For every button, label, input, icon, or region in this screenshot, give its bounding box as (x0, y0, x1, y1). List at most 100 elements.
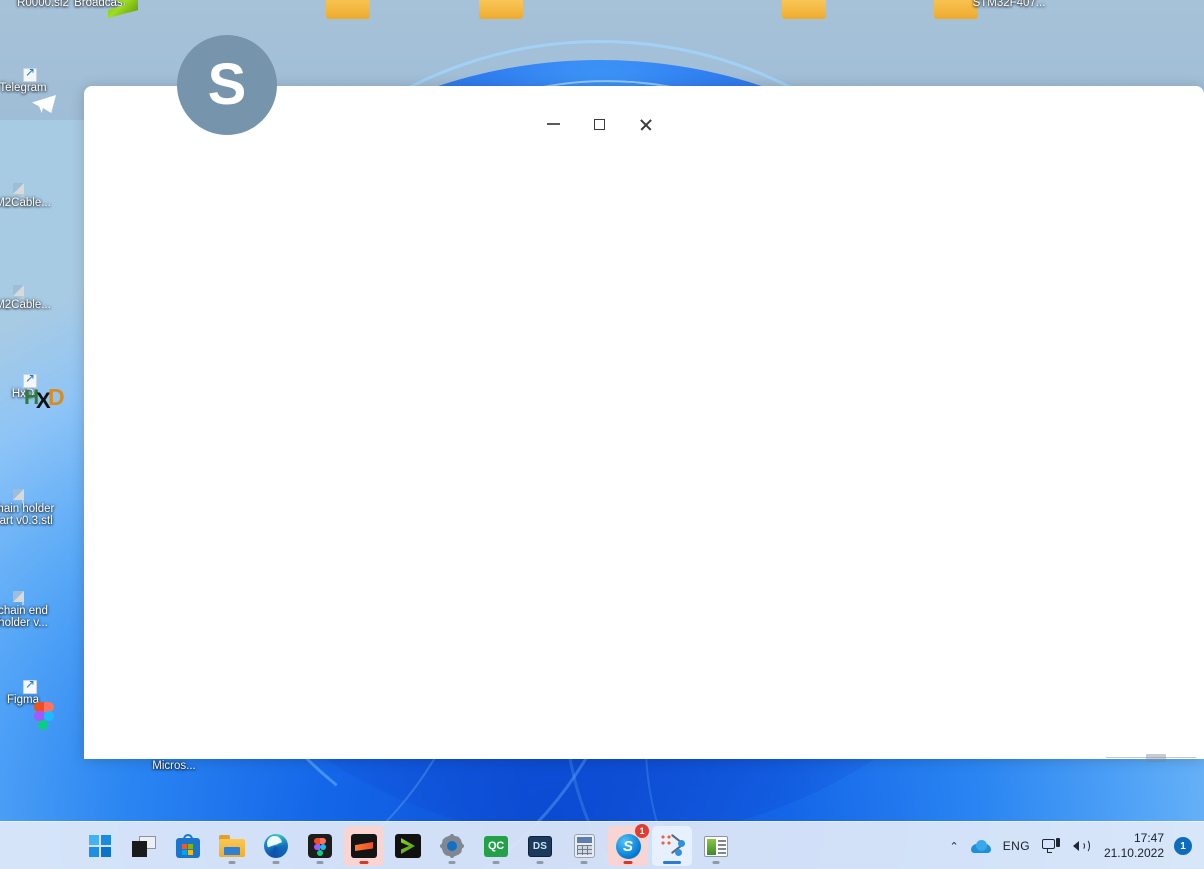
desktop-icon[interactable]: M2Cable... (0, 183, 66, 209)
taskbar-running-indicator (359, 861, 369, 864)
taskbar-running-indicator (448, 861, 456, 864)
window-bottom-marker (1146, 754, 1166, 762)
close-button[interactable] (622, 108, 668, 140)
figma-icon (308, 834, 332, 858)
folder-icon (219, 835, 245, 857)
file-icon (22, 183, 24, 197)
taskbar-running-indicator (228, 861, 236, 864)
volume-icon (1072, 838, 1090, 854)
start-icon (89, 835, 111, 857)
window-content-area[interactable] (84, 144, 1204, 759)
cloud-icon (970, 839, 991, 853)
chevron-up-icon: ⌃ (949, 840, 959, 853)
solidworks[interactable] (344, 826, 384, 866)
qc-app[interactable]: QC (476, 826, 516, 866)
minimize-icon (546, 123, 560, 125)
settings[interactable] (432, 826, 472, 866)
desktop-icon[interactable]: Telegram (0, 66, 66, 113)
slides-icon (704, 835, 728, 857)
snipping-tool[interactable] (652, 826, 692, 866)
gear-icon (440, 834, 464, 858)
taskbar-running-indicator (623, 861, 633, 864)
network-icon (1041, 838, 1060, 854)
clock-date: 21.10.2022 (1103, 846, 1164, 860)
taskbar[interactable]: QC DS S 1 ⌃ ENG 17:47 21.10.2022 1 (0, 821, 1204, 869)
application-window[interactable] (84, 86, 1204, 762)
desktop-icon-label-micros: Micros... (152, 760, 196, 772)
file-icon (22, 591, 24, 605)
qc-icon: QC (484, 835, 508, 857)
desktop-icon[interactable]: STM32F407... (966, 0, 1052, 9)
skype[interactable]: S1 (608, 824, 649, 866)
desktop-icon-glyph (22, 285, 24, 299)
task-view-icon (132, 835, 156, 857)
shortcut-arrow-icon (23, 678, 37, 694)
snip-icon (660, 833, 685, 859)
desktop-icon-label: Figma (7, 694, 39, 706)
microsoft-store[interactable] (168, 826, 208, 866)
video-player[interactable] (388, 826, 428, 866)
volume-button[interactable] (1066, 826, 1096, 866)
store-icon (176, 834, 200, 858)
taskbar-badge: 1 (635, 824, 649, 838)
onedrive-button[interactable] (965, 826, 997, 866)
ds-app[interactable]: DS (520, 826, 560, 866)
taskbar-running-indicator (663, 861, 681, 864)
calculator-icon (573, 834, 595, 858)
desktop-icon-label: Telegram (0, 82, 47, 94)
language-label: ENG (1002, 839, 1030, 853)
desktop-icon-label: chain end holder v... (0, 604, 48, 630)
task-view-button[interactable] (124, 826, 164, 866)
desktop-icon-glyph (22, 489, 24, 503)
desktop-icon-glyph (22, 591, 24, 605)
slides-app[interactable] (696, 826, 736, 866)
skype-icon: S (615, 833, 641, 859)
taskbar-items: QC DS S 1 (78, 822, 738, 869)
taskbar-running-indicator (492, 861, 500, 864)
start-button[interactable] (80, 826, 120, 866)
language-button[interactable]: ENG (997, 826, 1036, 866)
edge-icon (264, 834, 288, 858)
close-icon (639, 118, 652, 131)
desktop-icon-label: M2Cable... (0, 196, 51, 209)
ds-icon: DS (528, 835, 552, 857)
desktop-icon-glyph (22, 183, 24, 197)
taskbar-running-indicator (272, 861, 280, 864)
desktop[interactable]: R0000.sl2NVIDIABroadcastlb2.2Hex2bin-2.5… (0, 0, 1204, 869)
minimize-button[interactable] (530, 108, 576, 140)
calculator[interactable] (564, 826, 604, 866)
maximize-icon (593, 118, 605, 130)
desktop-icon-label: chain holderpart v0.3.stl (0, 502, 55, 528)
file-icon (22, 489, 24, 503)
taskbar-running-indicator (580, 861, 588, 864)
shortcut-arrow-icon (23, 372, 37, 388)
figma[interactable] (300, 826, 340, 866)
cube-icon (351, 834, 377, 858)
play-icon (395, 834, 421, 858)
shortcut-arrow-icon (23, 66, 37, 82)
tray-expand-button[interactable]: ⌃ (944, 826, 965, 866)
splash-avatar-letter: S (207, 52, 247, 117)
desktop-icon[interactable]: Figma (0, 678, 66, 730)
maximize-button[interactable] (576, 108, 622, 140)
desktop-icon[interactable]: NVIDIABroadcast (57, 0, 143, 18)
window-controls (530, 108, 668, 140)
taskbar-running-indicator (316, 861, 324, 864)
microsoft-edge[interactable] (256, 826, 296, 866)
taskbar-running-indicator (712, 861, 720, 864)
file-icon (22, 285, 24, 299)
notification-badge[interactable]: 1 (1174, 837, 1192, 855)
file-explorer[interactable] (212, 826, 252, 866)
desktop-icon-label: M2Cable... (0, 298, 51, 311)
desktop-icon-label: STM32F407... (972, 0, 1046, 9)
taskbar-running-indicator (536, 861, 544, 864)
network-button[interactable] (1036, 826, 1066, 866)
system-tray: ⌃ ENG 17:47 21.10.2022 1 (944, 822, 1199, 869)
desktop-icon[interactable]: chain holderpart v0.3.stl (0, 489, 66, 528)
splash-avatar: S (177, 35, 277, 135)
clock-button[interactable]: 17:47 21.10.2022 (1096, 831, 1172, 861)
desktop-icon[interactable]: chain end holder v... (0, 591, 66, 630)
clock-time: 17:47 (1133, 831, 1164, 845)
desktop-icon[interactable]: HXDHxD (0, 372, 66, 411)
desktop-icon[interactable]: M2Cable... (0, 285, 66, 311)
